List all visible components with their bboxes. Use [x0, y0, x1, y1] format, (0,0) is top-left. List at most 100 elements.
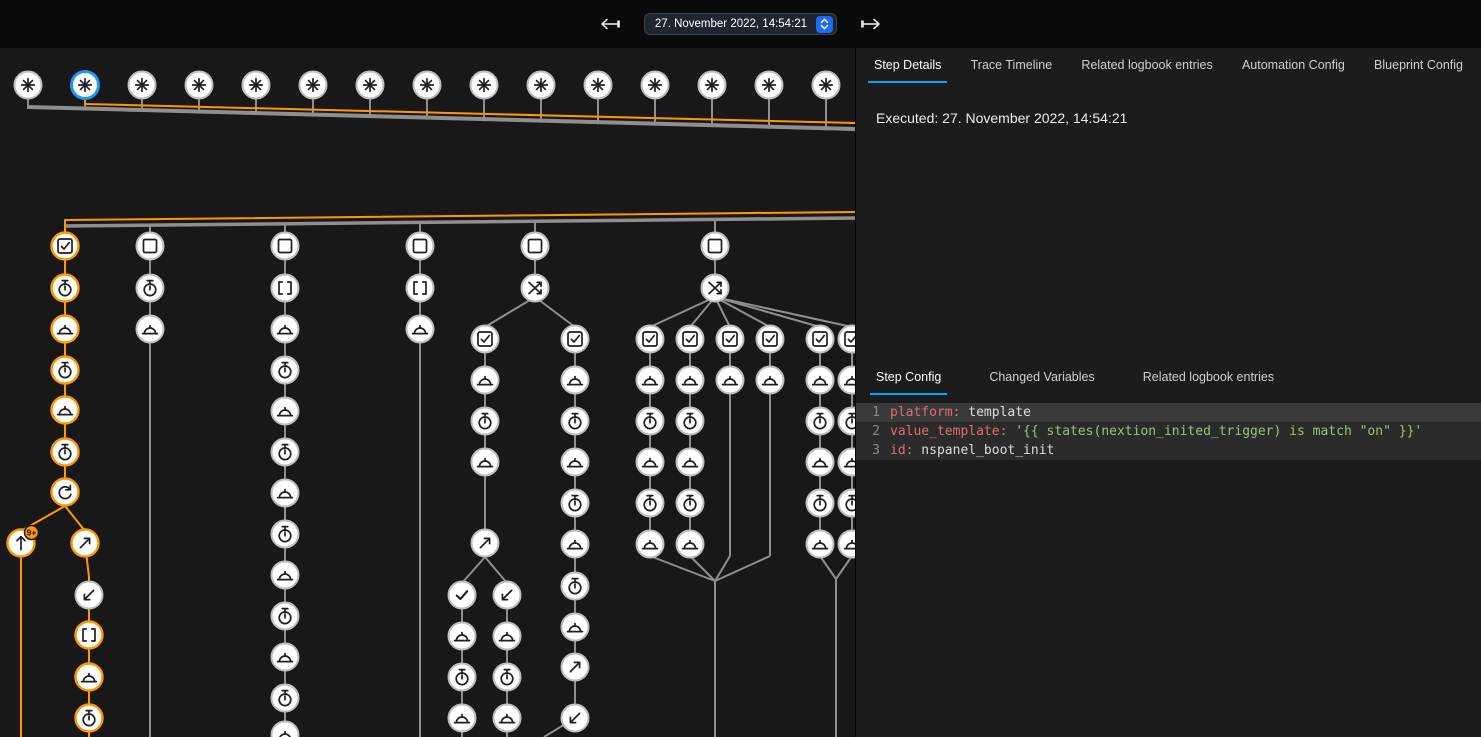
node-dome[interactable]: [637, 531, 664, 558]
node-dome[interactable]: [839, 531, 856, 558]
node-checkbox[interactable]: [562, 326, 589, 353]
tab-trace-timeline[interactable]: Trace Timeline: [965, 58, 1059, 83]
node-checkbox[interactable]: [757, 326, 784, 353]
node-asterisk[interactable]: [585, 72, 612, 99]
node-asterisk[interactable]: [813, 72, 840, 99]
tab-step-details[interactable]: Step Details: [868, 58, 947, 83]
node-dome[interactable]: [272, 398, 299, 425]
node-dome[interactable]: [494, 623, 521, 650]
node-dome[interactable]: [272, 480, 299, 507]
tab-blueprint-config[interactable]: Blueprint Config: [1368, 58, 1469, 83]
node-dome[interactable]: [472, 367, 499, 394]
node-asterisk[interactable]: [357, 72, 384, 99]
node-dome[interactable]: [272, 316, 299, 343]
node-dome[interactable]: [807, 531, 834, 558]
tab-automation-config[interactable]: Automation Config: [1236, 58, 1351, 83]
node-timer[interactable]: [472, 408, 499, 435]
previous-run-button[interactable]: [594, 13, 626, 35]
node-arrow-downleft[interactable]: [494, 582, 521, 609]
node-asterisk[interactable]: [471, 72, 498, 99]
node-asterisk[interactable]: [129, 72, 156, 99]
node-dome[interactable]: [677, 531, 704, 558]
node-timer[interactable]: [272, 439, 299, 466]
node-dome[interactable]: [562, 367, 589, 394]
node-dome[interactable]: [562, 531, 589, 558]
node-dome[interactable]: [807, 367, 834, 394]
node-dome[interactable]: [637, 449, 664, 476]
node-split[interactable]: [702, 275, 729, 302]
node-dome[interactable]: [272, 644, 299, 671]
tab-changed-variables[interactable]: Changed Variables: [983, 370, 1100, 395]
node-timer[interactable]: [839, 408, 856, 435]
node-dome[interactable]: [677, 367, 704, 394]
node-dome[interactable]: [637, 367, 664, 394]
node-timer[interactable]: [272, 685, 299, 712]
node-brackets[interactable]: [272, 275, 299, 302]
node-arrow-up[interactable]: 9+: [8, 526, 39, 557]
node-square[interactable]: [272, 233, 299, 260]
node-timer[interactable]: [449, 664, 476, 691]
node-dome[interactable]: [562, 614, 589, 641]
node-square[interactable]: [702, 233, 729, 260]
node-dome[interactable]: [839, 449, 856, 476]
node-checkbox[interactable]: [807, 326, 834, 353]
node-dome[interactable]: [137, 316, 164, 343]
node-dome[interactable]: [494, 705, 521, 732]
node-dome[interactable]: [677, 449, 704, 476]
node-checkbox[interactable]: [472, 326, 499, 353]
node-timer[interactable]: [272, 357, 299, 384]
node-split[interactable]: [522, 275, 549, 302]
node-timer[interactable]: [52, 357, 79, 384]
node-dome[interactable]: [52, 397, 79, 424]
node-checkbox[interactable]: [637, 326, 664, 353]
node-arrow-downleft[interactable]: [76, 582, 103, 609]
node-dome[interactable]: [272, 722, 299, 737]
node-dome[interactable]: [472, 449, 499, 476]
node-dome[interactable]: [757, 367, 784, 394]
node-arrow-upright[interactable]: [562, 654, 589, 681]
node-timer[interactable]: [637, 490, 664, 517]
node-timer[interactable]: [272, 603, 299, 630]
node-asterisk[interactable]: [414, 72, 441, 99]
tab-related-logbook-entries[interactable]: Related logbook entries: [1137, 370, 1280, 395]
node-timer[interactable]: [807, 408, 834, 435]
run-select[interactable]: 27. November 2022, 14:54:21: [644, 13, 837, 35]
node-timer[interactable]: [52, 275, 79, 302]
node-timer[interactable]: [807, 490, 834, 517]
tab-step-config[interactable]: Step Config: [870, 370, 947, 395]
node-arrow-upright[interactable]: [72, 530, 99, 557]
node-timer[interactable]: [637, 408, 664, 435]
node-square[interactable]: [137, 233, 164, 260]
node-dome[interactable]: [807, 449, 834, 476]
node-brackets[interactable]: [76, 622, 103, 649]
node-timer[interactable]: [76, 705, 103, 732]
node-asterisk[interactable]: [642, 72, 669, 99]
node-dome[interactable]: [76, 664, 103, 691]
node-asterisk[interactable]: [756, 72, 783, 99]
node-checkbox[interactable]: [717, 326, 744, 353]
node-timer[interactable]: [272, 521, 299, 548]
node-dome[interactable]: [562, 449, 589, 476]
node-checkbox[interactable]: [52, 233, 79, 260]
node-dome[interactable]: [839, 367, 856, 394]
node-dome[interactable]: [52, 316, 79, 343]
node-timer[interactable]: [677, 408, 704, 435]
node-timer[interactable]: [562, 573, 589, 600]
node-asterisk[interactable]: [699, 72, 726, 99]
node-dome[interactable]: [407, 316, 434, 343]
node-asterisk[interactable]: [243, 72, 270, 99]
node-square[interactable]: [407, 233, 434, 260]
node-asterisk[interactable]: [528, 72, 555, 99]
node-dome[interactable]: [717, 367, 744, 394]
node-dome[interactable]: [449, 705, 476, 732]
node-timer[interactable]: [839, 490, 856, 517]
next-run-button[interactable]: [855, 13, 887, 35]
tab-related-logbook-entries[interactable]: Related logbook entries: [1075, 58, 1218, 83]
node-checkbox[interactable]: [677, 326, 704, 353]
node-arrow-downleft[interactable]: [562, 705, 589, 732]
node-square[interactable]: [522, 233, 549, 260]
node-dome[interactable]: [272, 562, 299, 589]
node-asterisk[interactable]: [186, 72, 213, 99]
node-refresh[interactable]: [52, 479, 79, 506]
node-timer[interactable]: [137, 275, 164, 302]
